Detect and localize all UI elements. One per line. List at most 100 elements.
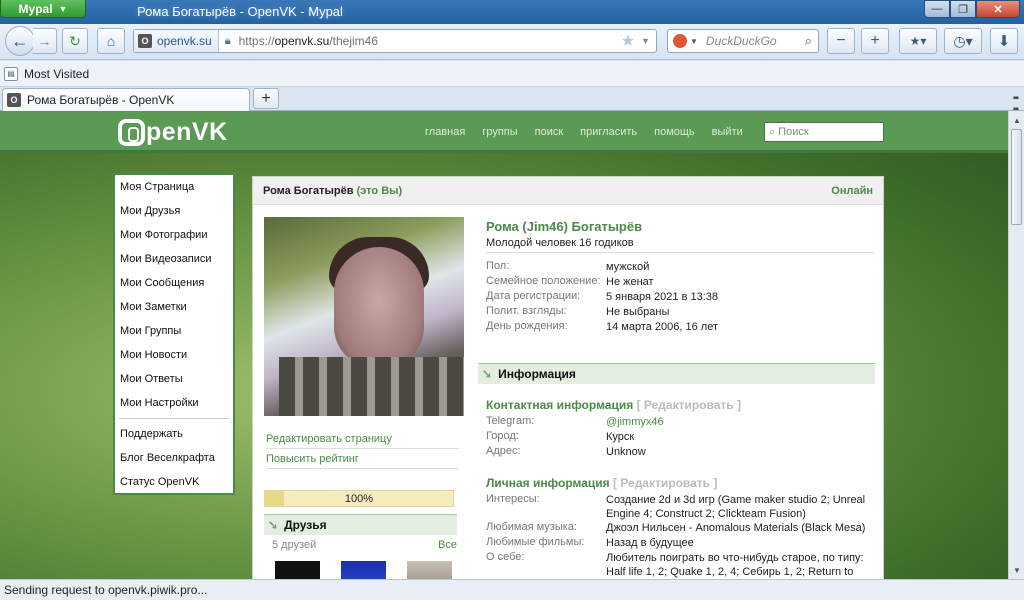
friends-section-header[interactable]: ➘ Друзья (264, 514, 457, 535)
profile-header-name: Рома Богатырёв (263, 184, 354, 197)
info-address: Адрес: Unknow (486, 445, 646, 458)
friend-avatar[interactable] (407, 561, 452, 579)
info-section-header[interactable]: ➘ Информация (478, 363, 875, 384)
arrow-down-icon: ➘ (482, 367, 493, 381)
info-birthday: День рождения: 14 марта 2006, 16 лет (486, 320, 719, 333)
info-music: Любимая музыка: Джоэл Нильсен - Anomalous… (486, 521, 866, 534)
site-search-placeholder: Поиск (778, 126, 809, 138)
search-engine-dropdown-icon[interactable]: ▼ (690, 37, 698, 46)
left-menu: Моя Страница Мои Друзья Мои Фотографии М… (113, 173, 235, 495)
bookmarks-toolbar: ▤ Most Visited (0, 61, 1024, 87)
menu-blog[interactable]: Блог Веселкрафта (115, 446, 233, 470)
rating-bar: 100% (264, 490, 454, 507)
friend-avatar[interactable] (275, 561, 320, 579)
logo-text: penVK (146, 118, 228, 146)
nav-help[interactable]: помощь (654, 126, 695, 138)
menu-my-notes[interactable]: Мои Заметки (115, 295, 233, 319)
info-movies: Любимые фильмы: Назад в будущее (486, 536, 694, 549)
menu-my-news[interactable]: Мои Новости (115, 343, 233, 367)
info-city: Город: Курск (486, 430, 635, 443)
nav-home[interactable]: главная (425, 126, 465, 138)
addons-button[interactable]: ★▾ (899, 28, 937, 54)
menu-my-photos[interactable]: Мои Фотографии (115, 223, 233, 247)
history-button[interactable]: ◷▾ (944, 28, 982, 54)
zoom-in-button[interactable]: + (861, 28, 889, 54)
scroll-down-icon[interactable]: ▼ (1010, 562, 1024, 578)
url-text[interactable]: https://openvk.su/thejim46 (235, 34, 621, 48)
back-button[interactable]: ← (5, 26, 35, 56)
zoom-out-button[interactable]: − (827, 28, 855, 54)
nav-search[interactable]: поиск (535, 126, 564, 138)
tab-openvk[interactable]: O Рома Богатырёв - OpenVK (2, 88, 250, 111)
info-politics: Полит. взгляды: Не выбраны (486, 305, 670, 318)
info-relationship: Семейное положение: Не женат (486, 275, 654, 288)
menu-my-replies[interactable]: Мои Ответы (115, 367, 233, 391)
status-bar: Sending request to openvk.piwik.pro... (0, 579, 1024, 600)
maximize-button[interactable]: ❐ (950, 0, 976, 18)
menu-my-friends[interactable]: Мои Друзья (115, 199, 233, 223)
nav-groups[interactable]: группы (482, 126, 517, 138)
reload-button[interactable]: ↻ (62, 28, 88, 54)
profile-status: Молодой человек 16 годиков (486, 237, 874, 253)
home-button[interactable]: ⌂ (97, 28, 125, 54)
forward-button[interactable]: → (33, 28, 57, 54)
menu-my-page[interactable]: Моя Страница (115, 175, 233, 199)
rating-value: 100% (344, 493, 374, 505)
page-viewport: penVK главная группы поиск пригласить по… (0, 111, 1008, 579)
logo-o-icon (118, 119, 145, 146)
app-menu-label: Mypal (18, 1, 53, 16)
site-identity-button[interactable]: O openvk.su (134, 30, 219, 52)
menu-status[interactable]: Статус OpenVK (115, 470, 233, 494)
url-scheme: https:// (238, 34, 275, 48)
contact-info-label: Контактная информация (486, 398, 634, 412)
arrow-down-icon: ➘ (268, 518, 279, 532)
site-identity-label: openvk.su (157, 34, 212, 48)
personal-edit-link[interactable]: [ Редактировать ] (613, 476, 717, 490)
menu-support[interactable]: Поддержать (115, 422, 233, 446)
openvk-logo[interactable]: penVK (118, 118, 228, 147)
scroll-up-icon[interactable]: ▲ (1010, 112, 1024, 128)
minimize-button[interactable]: — (924, 0, 950, 18)
info-gender: Пол: мужской (486, 260, 650, 273)
telegram-link[interactable]: @jimmyx46 (606, 415, 664, 429)
edit-page-link[interactable]: Редактировать страницу (266, 433, 459, 449)
friend-avatar[interactable] (341, 561, 386, 579)
bookmark-star-icon[interactable]: ★ (621, 31, 635, 51)
tab-label: Рома Богатырёв - OpenVK (27, 93, 175, 107)
friends-count: 5 друзей (272, 539, 317, 551)
menu-my-videos[interactable]: Мои Видеозаписи (115, 247, 233, 271)
friends-all-link[interactable]: Все (438, 539, 457, 551)
personal-info-label: Личная информация (486, 476, 610, 490)
most-visited-bookmark[interactable]: Most Visited (24, 67, 89, 81)
profile-header-me: (это Вы) (356, 184, 403, 197)
menu-my-groups[interactable]: Мои Группы (115, 319, 233, 343)
url-host: openvk.su (274, 34, 330, 48)
profile-photo[interactable] (264, 217, 464, 416)
window-title: Рома Богатырёв - OpenVK - Mypal (137, 4, 343, 19)
search-icon[interactable]: ⌕ (805, 33, 812, 49)
info-about: О себе: Любитель поиграть во что-нибудь с… (486, 551, 864, 578)
raise-rating-link[interactable]: Повысить рейтинг (266, 453, 459, 469)
duckduckgo-icon[interactable] (673, 34, 687, 48)
scrollbar-thumb[interactable] (1011, 129, 1022, 225)
info-interests: Интересы: Создание 2d и 3d игр (Game make… (486, 493, 866, 520)
close-button[interactable]: ✕ (976, 0, 1020, 18)
nav-logout[interactable]: выйти (712, 126, 743, 138)
address-bar[interactable]: O openvk.su 🔒︎ https://openvk.su/thejim4… (133, 29, 657, 53)
info-title: Информация (498, 367, 576, 381)
menu-my-settings[interactable]: Мои Настройки (115, 391, 233, 415)
profile-card: Рома Богатырёв (это Вы) Онлайн Редактиро… (252, 176, 884, 579)
menu-my-messages[interactable]: Мои Сообщения (115, 271, 233, 295)
search-placeholder: DuckDuckGo (705, 34, 777, 48)
site-search-input[interactable]: ⌕ Поиск (764, 122, 884, 142)
nav-invite[interactable]: пригласить (580, 126, 637, 138)
download-button[interactable]: ⬇ (990, 28, 1018, 54)
most-visited-icon: ▤ (4, 66, 18, 81)
new-tab-button[interactable]: + (253, 88, 279, 109)
url-dropdown-icon[interactable]: ▼ (641, 36, 650, 46)
search-icon: ⌕ (769, 125, 776, 138)
search-bar[interactable]: ▼ DuckDuckGo ⌕ (667, 29, 819, 53)
page-scrollbar[interactable]: ▲ ▼ (1008, 111, 1024, 579)
contact-edit-link[interactable]: [ Редактировать ] (637, 398, 741, 412)
menu-divider (119, 418, 229, 419)
